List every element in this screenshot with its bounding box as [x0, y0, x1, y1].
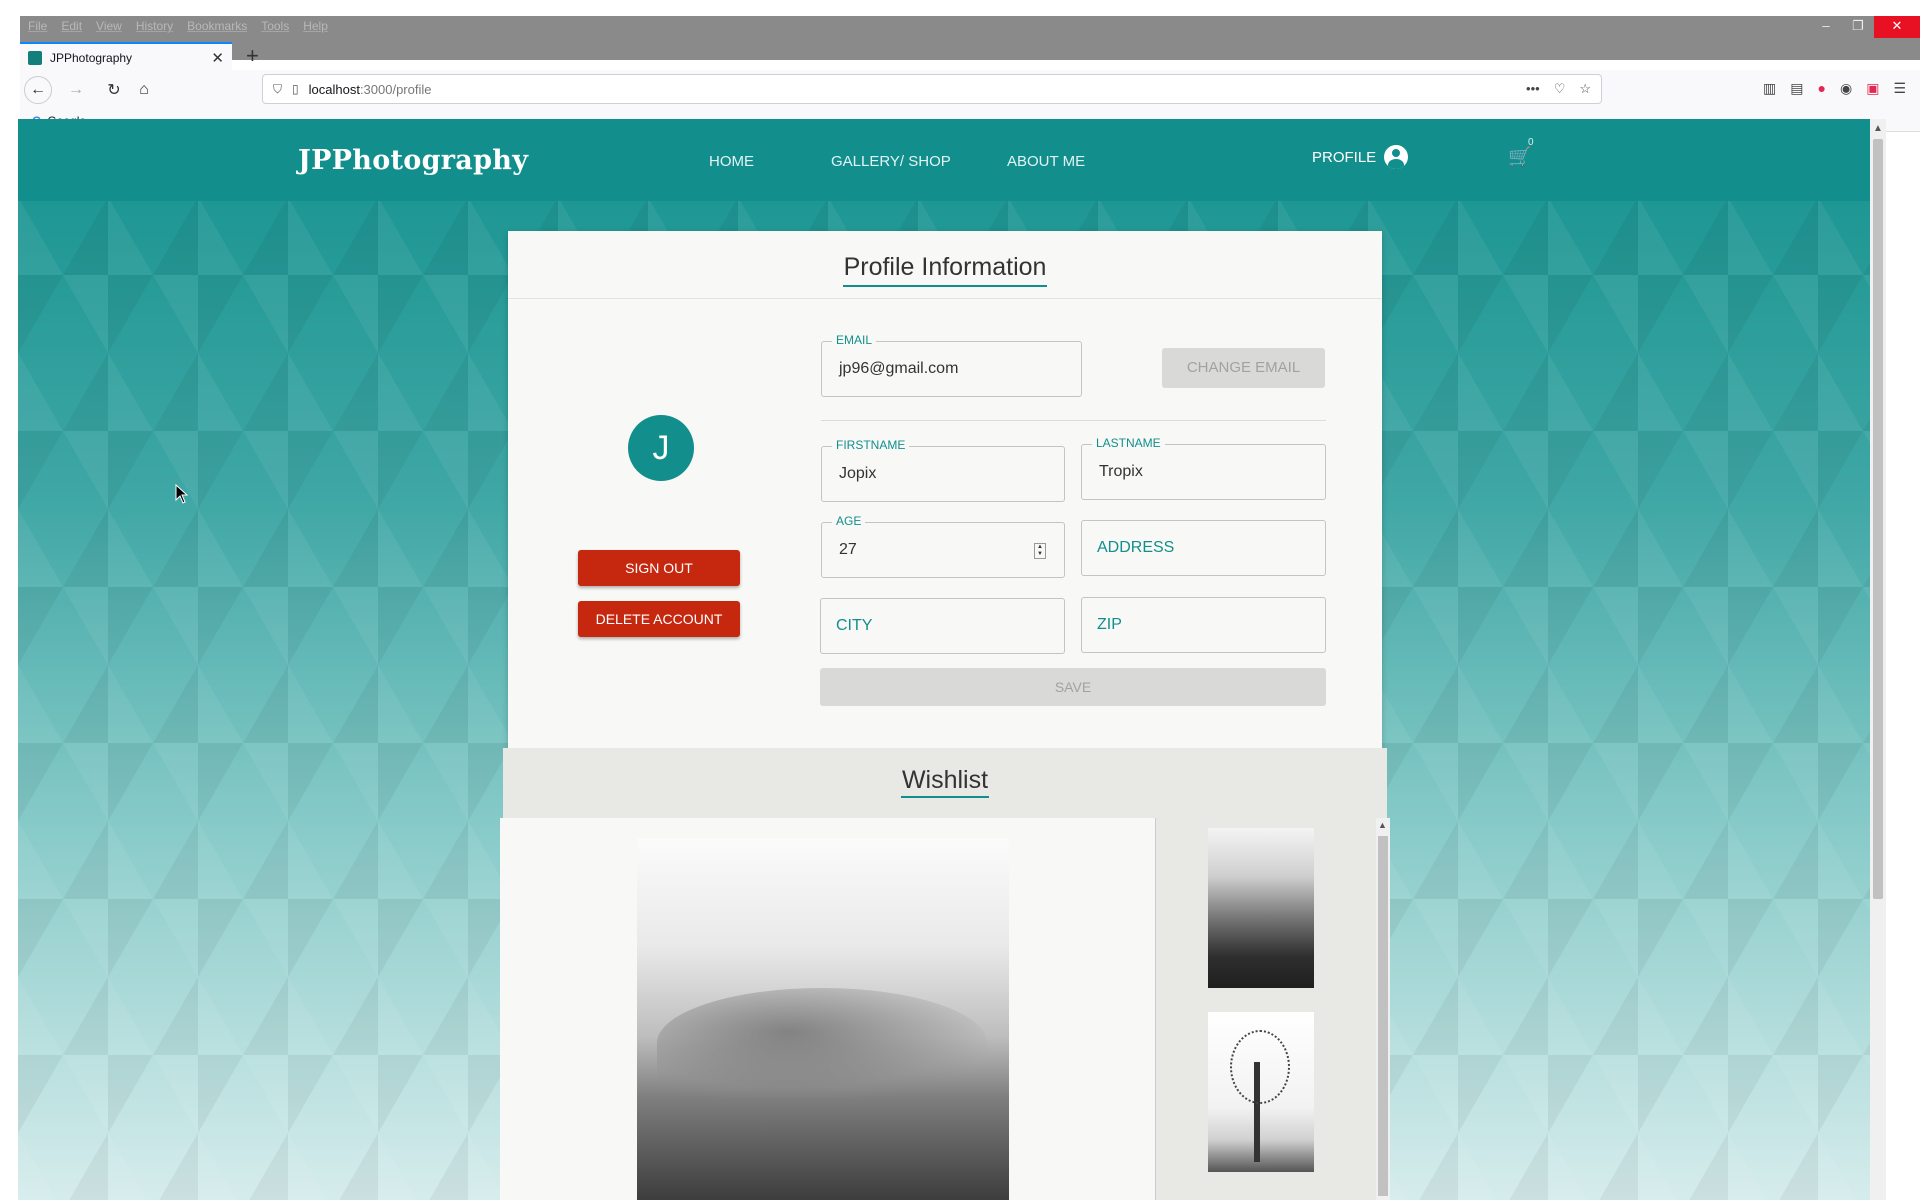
menu-tools[interactable]: Tools — [261, 19, 289, 33]
sign-out-button[interactable]: SIGN OUT — [578, 550, 740, 586]
back-button[interactable]: ← — [24, 76, 52, 104]
lastname-label: LASTNAME — [1092, 436, 1165, 450]
extension-icon[interactable]: ▣ — [1866, 80, 1879, 97]
nav-profile[interactable]: PROFILE — [1312, 145, 1409, 169]
scrollbar-thumb[interactable] — [1378, 836, 1388, 1196]
nav-home[interactable]: HOME — [709, 153, 754, 170]
scrollbar-thumb[interactable] — [1873, 139, 1883, 899]
profile-title: Profile Information — [508, 253, 1382, 287]
city-field[interactable]: CITY — [820, 598, 1065, 654]
toolbar-right: ▥ ▤ ● ◉ ▣ ☰ — [1763, 80, 1906, 97]
close-tab-icon[interactable]: ✕ — [211, 49, 224, 67]
sidebar-icon[interactable]: ▤ — [1790, 80, 1803, 97]
city-placeholder: CITY — [836, 617, 873, 634]
home-button[interactable]: ⌂ — [132, 78, 156, 102]
site-logo[interactable]: JPPhotography — [298, 145, 528, 176]
email-field[interactable]: EMAIL jp96@gmail.com — [821, 333, 1082, 397]
hamburger-menu-icon[interactable]: ☰ — [1893, 80, 1906, 97]
save-button[interactable]: SAVE — [820, 668, 1326, 706]
close-window-button[interactable]: ✕ — [1874, 16, 1920, 38]
thumbnail-lone-tree[interactable] — [1208, 1012, 1314, 1172]
url-path: :3000/profile — [359, 81, 432, 97]
restore-button[interactable]: ❐ — [1842, 16, 1874, 38]
minimize-button[interactable]: – — [1810, 16, 1842, 38]
page-scrollbar[interactable]: ▲ — [1870, 119, 1886, 1200]
account-icon[interactable]: ◉ — [1840, 80, 1852, 97]
firstname-field[interactable]: FIRSTNAME Jopix — [821, 438, 1065, 502]
profile-card: Profile Information J SIGN OUT DELETE AC… — [508, 231, 1382, 748]
wishlist-thumbnails: ▲ — [1155, 818, 1390, 1200]
number-spinner-icon[interactable]: ▲ ▼ — [1034, 543, 1046, 559]
wishlist-preview — [500, 818, 1155, 1200]
age-field[interactable]: AGE 27 ▲ ▼ — [821, 514, 1065, 578]
page-info-icon[interactable]: ▯ — [292, 82, 299, 96]
navigation-toolbar: ← → ↻ ⌂ ⛉ ▯ localhost:3000/profile ••• ♡… — [20, 70, 1920, 110]
profile-label: PROFILE — [1312, 148, 1377, 166]
change-email-button[interactable]: CHANGE EMAIL — [1162, 348, 1325, 388]
thumbnails-scrollbar[interactable]: ▲ — [1376, 818, 1390, 1200]
firstname-value: Jopix — [839, 465, 877, 482]
favicon-icon — [28, 51, 42, 65]
bookmark-star-icon[interactable]: ☆ — [1579, 81, 1591, 97]
menu-history[interactable]: History — [136, 19, 173, 33]
email-value: jp96@gmail.com — [839, 360, 959, 377]
window-controls: – ❐ ✕ — [1810, 16, 1920, 38]
menu-view[interactable]: View — [96, 19, 122, 33]
email-label: EMAIL — [832, 333, 877, 347]
mouse-cursor-icon — [175, 484, 189, 504]
lastname-field[interactable]: LASTNAME Tropix — [1081, 436, 1326, 500]
divider — [508, 298, 1382, 299]
cart-count: 0 — [1528, 137, 1534, 148]
reload-button[interactable]: ↻ — [102, 78, 126, 102]
shield-icon[interactable]: ⛉ — [273, 82, 282, 97]
new-tab-button[interactable]: + — [246, 42, 259, 70]
age-value: 27 — [839, 541, 857, 558]
menu-bookmarks[interactable]: Bookmarks — [187, 19, 247, 33]
menu-bar: File Edit View History Bookmarks Tools H… — [28, 19, 328, 33]
address-placeholder: ADDRESS — [1097, 539, 1175, 556]
pocket-icon[interactable]: ♡ — [1554, 81, 1566, 97]
address-field[interactable]: ADDRESS — [1081, 520, 1326, 576]
wishlist-header: Wishlist — [503, 748, 1387, 818]
page-actions-icon[interactable]: ••• — [1526, 81, 1540, 97]
url-actions: ••• ♡ ☆ — [1526, 81, 1591, 97]
tab-title: JPPhotography — [50, 51, 133, 65]
url-host: localhost — [308, 81, 360, 97]
thumbnail-foggy-field[interactable] — [1208, 828, 1314, 988]
foggy-field-photo[interactable] — [637, 838, 1009, 1200]
scroll-up-icon[interactable]: ▲ — [1378, 820, 1387, 830]
page-viewport: JPPhotography HOME GALLERY/ SHOP ABOUT M… — [18, 119, 1886, 1200]
nav-about-me[interactable]: ABOUT ME — [1007, 153, 1085, 170]
url-bar[interactable]: ⛉ ▯ localhost:3000/profile ••• ♡ ☆ — [262, 74, 1602, 104]
browser-tab[interactable]: JPPhotography ✕ — [20, 42, 232, 72]
tab-strip: JPPhotography ✕ + — [20, 40, 1920, 72]
forward-button[interactable]: → — [64, 78, 88, 102]
zip-field[interactable]: ZIP — [1081, 597, 1326, 653]
avatar: J — [628, 415, 694, 481]
wishlist-title: Wishlist — [503, 766, 1387, 798]
lastname-value: Tropix — [1099, 463, 1143, 480]
nav-gallery-shop[interactable]: GALLERY/ SHOP — [831, 153, 951, 170]
library-icon[interactable]: ▥ — [1763, 80, 1776, 97]
account-circle-icon — [1384, 145, 1409, 169]
delete-account-button[interactable]: DELETE ACCOUNT — [578, 601, 740, 637]
divider — [821, 420, 1326, 421]
menu-file[interactable]: File — [28, 19, 47, 33]
menu-help[interactable]: Help — [303, 19, 328, 33]
scroll-up-icon[interactable]: ▲ — [1873, 123, 1883, 134]
opera-extension-icon[interactable]: ● — [1818, 80, 1826, 97]
menu-edit[interactable]: Edit — [61, 19, 82, 33]
firstname-label: FIRSTNAME — [832, 438, 910, 452]
cart-icon[interactable]: 🛒 0 — [1508, 137, 1534, 169]
age-label: AGE — [832, 514, 866, 528]
site-header: JPPhotography HOME GALLERY/ SHOP ABOUT M… — [18, 119, 1886, 201]
zip-placeholder: ZIP — [1097, 616, 1122, 633]
